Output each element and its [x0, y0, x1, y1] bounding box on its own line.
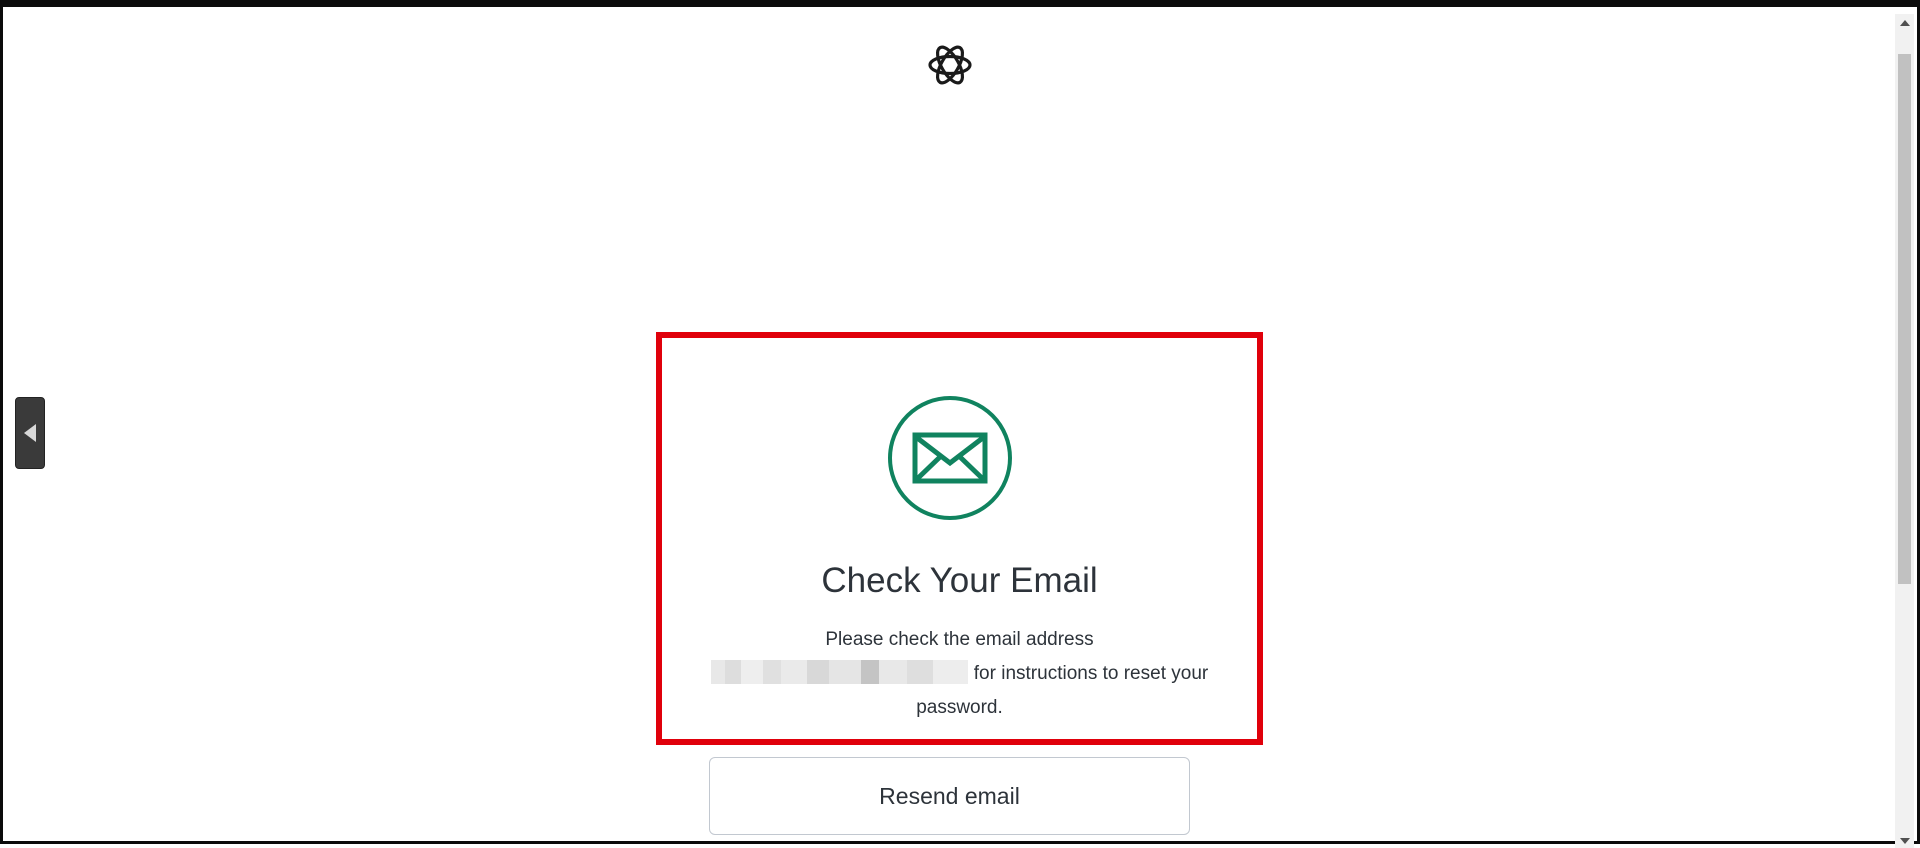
message-part1: Please check the email address — [825, 629, 1094, 650]
scroll-down-arrow-icon[interactable] — [1900, 838, 1910, 844]
triangle-left-icon — [24, 424, 36, 442]
instructions-text: Please check the email address for instr… — [693, 623, 1226, 725]
scroll-thumb[interactable] — [1898, 54, 1911, 584]
page-title: Check Your Email — [821, 561, 1098, 600]
openai-logo-icon — [925, 40, 975, 90]
envelope-icon — [887, 395, 1013, 521]
vertical-scrollbar[interactable] — [1895, 14, 1914, 848]
browser-window: Check Your Email Please check the email … — [0, 0, 1920, 848]
side-panel-toggle[interactable] — [15, 397, 45, 469]
resend-email-button[interactable]: Resend email — [709, 757, 1190, 835]
scroll-up-arrow-icon[interactable] — [1900, 20, 1910, 26]
redacted-email-address — [710, 660, 968, 684]
